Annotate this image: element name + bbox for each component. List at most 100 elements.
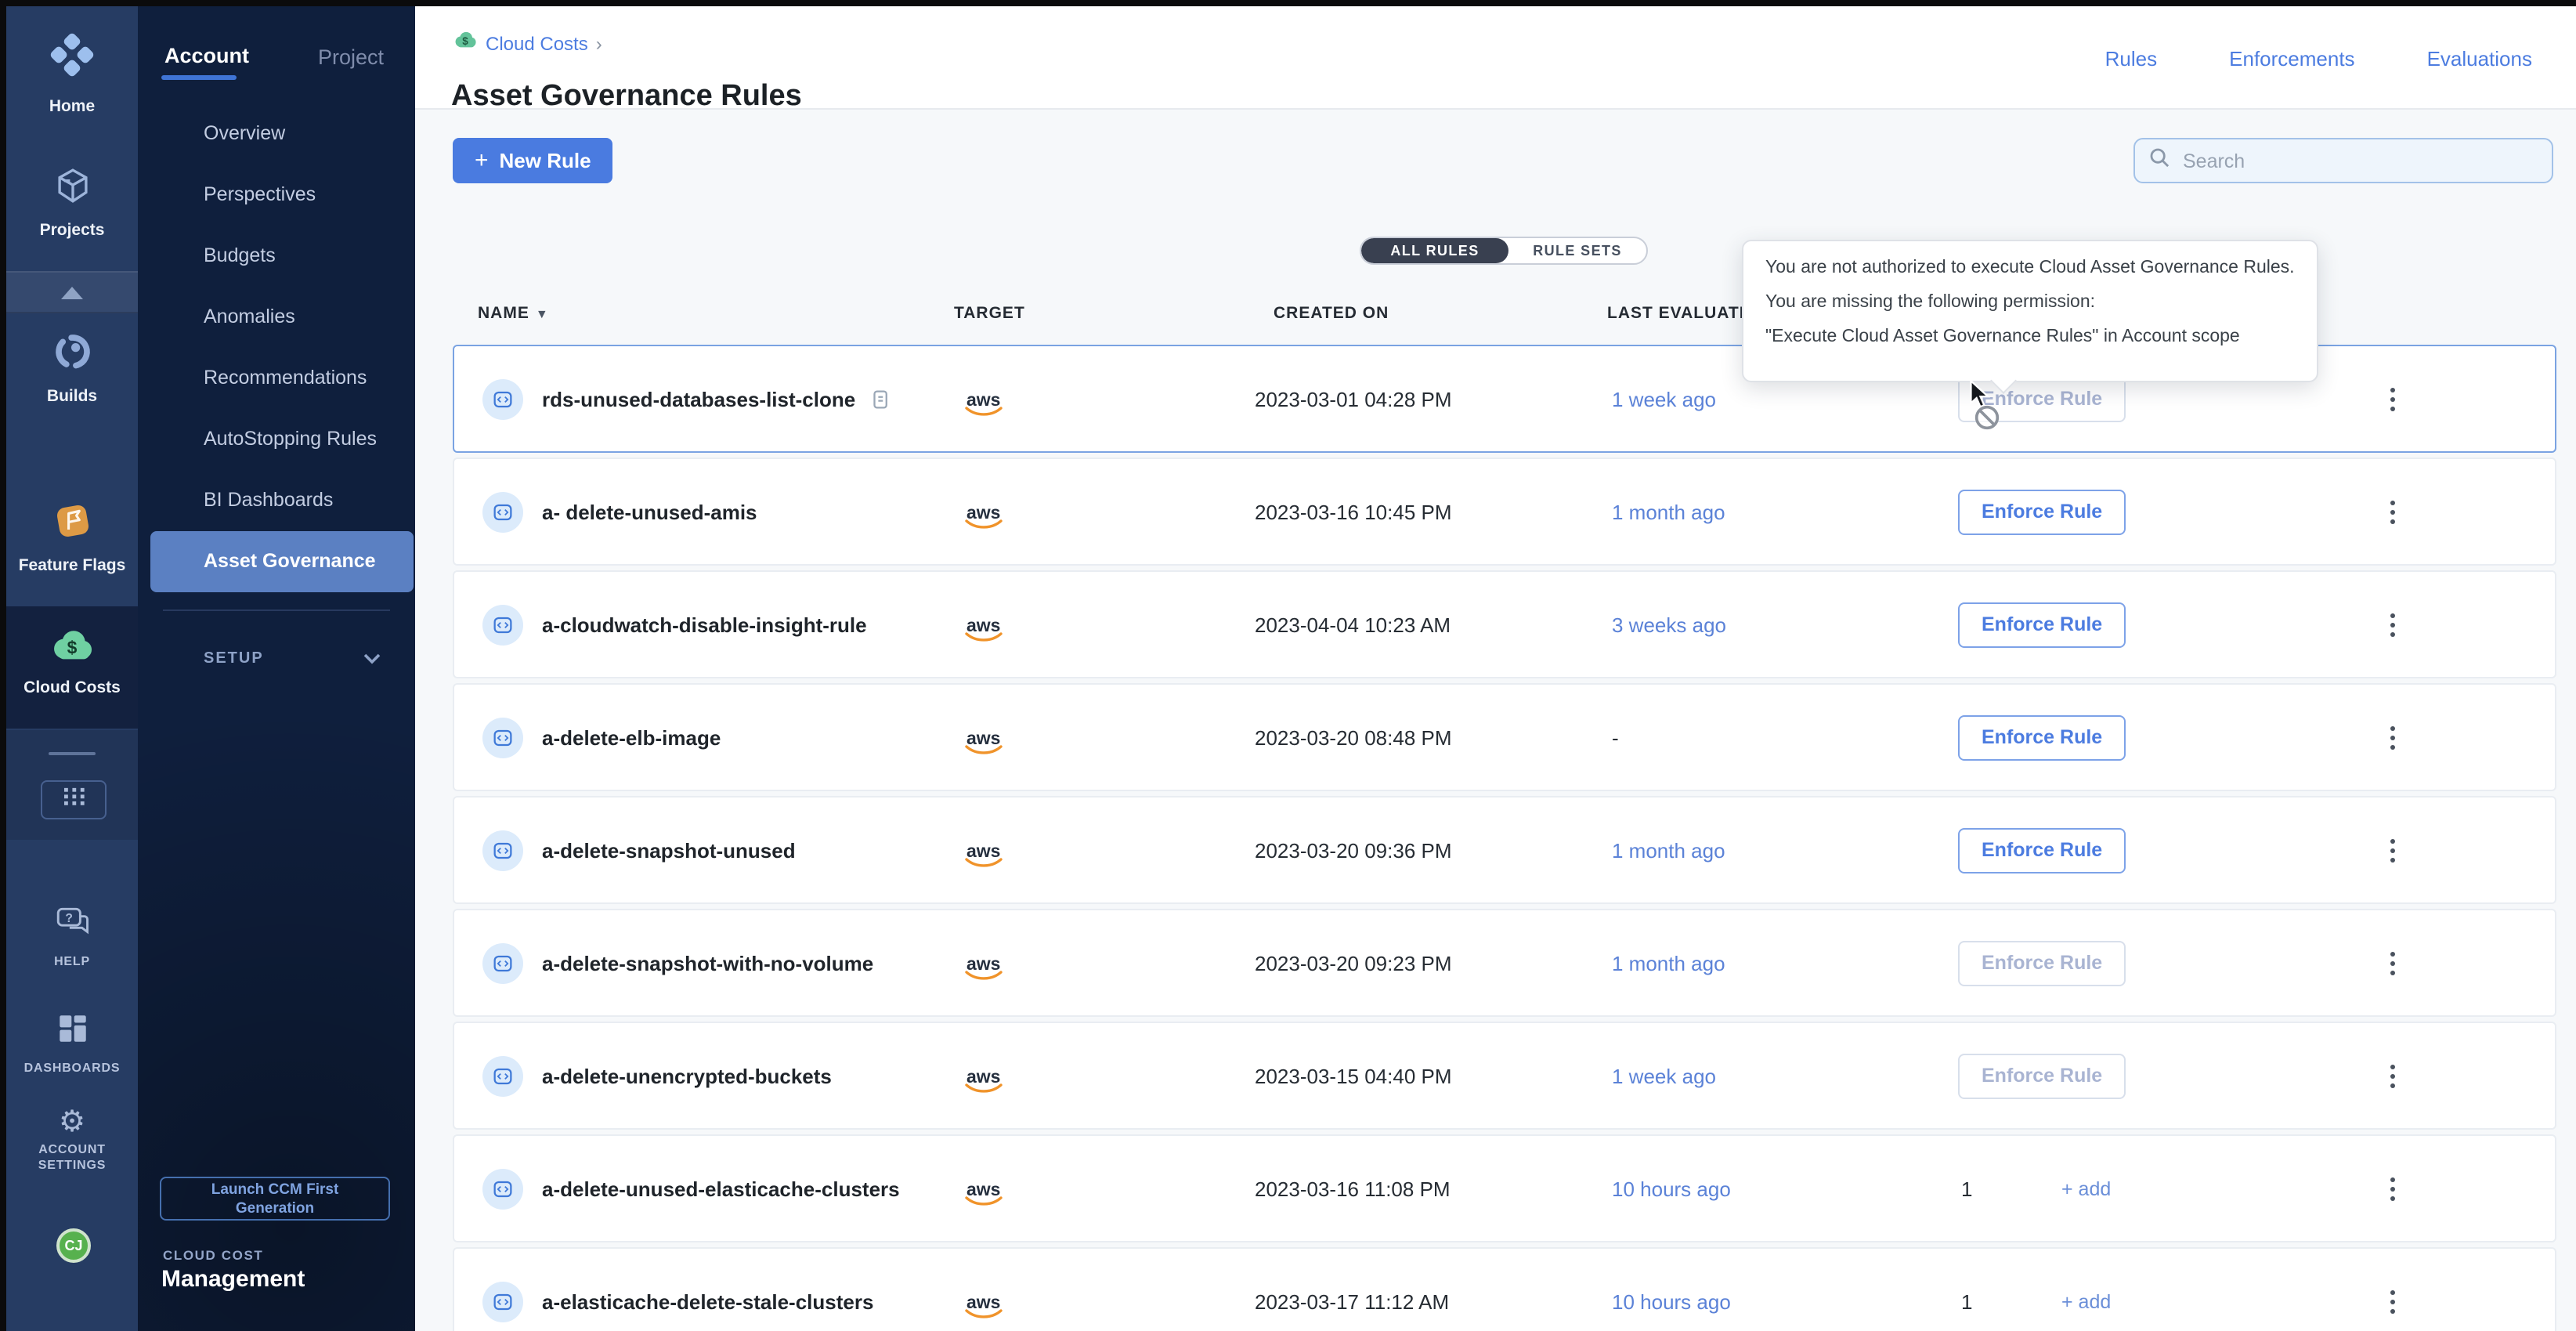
- search-input[interactable]: [2180, 148, 2537, 173]
- sort-caret-icon: ▼: [536, 307, 549, 321]
- add-enforcement-link[interactable]: + add: [2061, 1177, 2111, 1199]
- sidebar-item-setup[interactable]: SETUP: [138, 639, 415, 683]
- table-row[interactable]: a-delete-snapshot-with-no-volume aws 202…: [453, 909, 2556, 1017]
- enforcement-count: 1: [1961, 1289, 1972, 1313]
- svg-text:$: $: [462, 35, 468, 47]
- dashboards-icon: [54, 1026, 90, 1053]
- rail-item-projects[interactable]: Projects: [6, 165, 138, 240]
- kebab-menu[interactable]: [2384, 1058, 2401, 1094]
- chevron-up-icon: [61, 287, 83, 299]
- module-eyebrow: CLOUD COST: [163, 1247, 263, 1263]
- breadcrumb[interactable]: $ Cloud Costs ›: [453, 30, 602, 58]
- last-evaluation-link[interactable]: 3 weeks ago: [1612, 613, 1726, 636]
- last-evaluation-link[interactable]: 1 month ago: [1612, 838, 1725, 862]
- kebab-menu[interactable]: [2384, 606, 2401, 642]
- table-row[interactable]: a-delete-unencrypted-buckets aws 2023-03…: [453, 1022, 2556, 1130]
- rail-item-feature-flags[interactable]: Feature Flags: [6, 500, 138, 575]
- nav-link-evaluations[interactable]: Evaluations: [2427, 46, 2532, 70]
- kebab-menu[interactable]: [2384, 832, 2401, 868]
- tab-project[interactable]: Project: [318, 45, 384, 69]
- table-row[interactable]: a- delete-unused-amis aws 2023-03-16 10:…: [453, 458, 2556, 566]
- main-content: $ Cloud Costs › Asset Governance Rules R…: [415, 6, 2576, 1331]
- rail-item-home[interactable]: Home: [6, 27, 138, 116]
- enforce-rule-button[interactable]: Enforce Rule: [1958, 602, 2126, 647]
- table-row[interactable]: a-delete-elb-image aws 2023-03-20 08:48 …: [453, 683, 2556, 791]
- rule-icon: [482, 1055, 523, 1096]
- tooltip-line: You are missing the following permission…: [1765, 293, 2295, 313]
- enforce-rule-button[interactable]: Enforce Rule: [1958, 1053, 2126, 1098]
- rail-label: Cloud Costs: [6, 678, 138, 697]
- table-row[interactable]: a-elasticache-delete-stale-clusters aws …: [453, 1247, 2556, 1331]
- sidebar-item-bi-dashboards[interactable]: BI Dashboards: [138, 470, 415, 531]
- rail-item-dashboards[interactable]: DASHBOARDS: [6, 1011, 138, 1077]
- toggle-rule-sets[interactable]: RULE SETS: [1508, 238, 1646, 263]
- new-rule-button[interactable]: + New Rule: [453, 138, 613, 183]
- aws-target-logo: aws: [966, 949, 1001, 977]
- enforce-rule-button[interactable]: Enforce Rule: [1958, 489, 2126, 534]
- kebab-menu[interactable]: [2384, 1283, 2401, 1319]
- sidebar-item-anomalies[interactable]: Anomalies: [138, 287, 415, 348]
- rail-collapse-band[interactable]: [6, 271, 138, 313]
- launch-ccm-first-gen-button[interactable]: Launch CCM First Generation: [160, 1177, 390, 1221]
- sidebar-item-asset-governance[interactable]: Asset Governance: [150, 531, 414, 592]
- toggle-all-rules[interactable]: ALL RULES: [1361, 238, 1508, 263]
- page-header: $ Cloud Costs › Asset Governance Rules R…: [415, 6, 2576, 110]
- add-enforcement-link[interactable]: + add: [2061, 1290, 2111, 1312]
- last-evaluation-link[interactable]: 1 month ago: [1612, 500, 1725, 523]
- rail-item-cloud-costs[interactable]: $ Cloud Costs: [6, 627, 138, 697]
- column-header-created-on[interactable]: CREATED ON: [1274, 304, 1389, 323]
- rule-icon: [482, 830, 523, 870]
- header-nav: Rules Enforcements Evaluations: [2105, 6, 2532, 110]
- user-avatar[interactable]: CJ: [56, 1228, 91, 1263]
- rail-item-help[interactable]: ? HELP: [6, 904, 138, 971]
- sidebar-item-recommendations[interactable]: Recommendations: [138, 348, 415, 409]
- rail-item-account-settings[interactable]: ⚙ ACCOUNT SETTINGS: [6, 1108, 138, 1175]
- nav-link-enforcements[interactable]: Enforcements: [2229, 46, 2354, 70]
- aws-target-logo: aws: [966, 497, 1001, 526]
- rule-icon: [482, 491, 523, 532]
- enforce-rule-button[interactable]: Enforce Rule: [1958, 940, 2126, 986]
- column-header-target[interactable]: TARGET: [954, 304, 1025, 323]
- module-name: Management: [161, 1266, 305, 1293]
- last-evaluation-link[interactable]: 10 hours ago: [1612, 1289, 1731, 1313]
- enforce-rule-button[interactable]: Enforce Rule: [1958, 827, 2126, 873]
- window-top-edge: [0, 0, 2576, 6]
- cloud-dollar-icon: $: [49, 644, 96, 671]
- rail-label: ACCOUNT SETTINGS: [22, 1142, 122, 1175]
- kebab-menu[interactable]: [2384, 494, 2401, 530]
- app-window: Home Projects Builds F: [0, 0, 2576, 1331]
- tooltip-line: "Execute Cloud Asset Governance Rules" i…: [1765, 328, 2295, 349]
- cloud-dollar-icon: $: [453, 30, 478, 58]
- last-evaluation-link[interactable]: 10 hours ago: [1612, 1177, 1731, 1200]
- aws-target-logo: aws: [966, 723, 1001, 751]
- copy-icon[interactable]: [869, 387, 890, 411]
- sidebar-item-autostopping-rules[interactable]: AutoStopping Rules: [138, 409, 415, 470]
- tab-account[interactable]: Account: [164, 44, 249, 67]
- kebab-menu[interactable]: [2384, 381, 2401, 417]
- sidebar-item-budgets[interactable]: Budgets: [138, 226, 415, 287]
- breadcrumb-link[interactable]: Cloud Costs: [486, 33, 588, 55]
- kebab-menu[interactable]: [2384, 945, 2401, 981]
- enforce-rule-button[interactable]: Enforce Rule: [1958, 376, 2126, 421]
- table-row[interactable]: a-delete-unused-elasticache-clusters aws…: [453, 1134, 2556, 1242]
- sidebar-item-overview[interactable]: Overview: [138, 103, 415, 165]
- enforce-rule-button[interactable]: Enforce Rule: [1958, 714, 2126, 760]
- rule-name: a-delete-snapshot-with-no-volume: [542, 951, 873, 975]
- sidebar-item-perspectives[interactable]: Perspectives: [138, 165, 415, 226]
- rule-name: a-delete-snapshot-unused: [542, 838, 796, 862]
- module-rail: Home Projects Builds F: [6, 6, 138, 1331]
- nav-link-rules[interactable]: Rules: [2105, 46, 2158, 70]
- module-picker-button[interactable]: [41, 780, 107, 819]
- table-row[interactable]: a-cloudwatch-disable-insight-rule aws 20…: [453, 570, 2556, 678]
- aws-target-logo: aws: [966, 1062, 1001, 1090]
- kebab-menu[interactable]: [2384, 1170, 2401, 1206]
- last-evaluation-link[interactable]: 1 month ago: [1612, 951, 1725, 975]
- column-header-name[interactable]: NAME▼: [478, 304, 549, 323]
- kebab-menu[interactable]: [2384, 719, 2401, 755]
- table-row[interactable]: a-delete-snapshot-unused aws 2023-03-20 …: [453, 796, 2556, 904]
- last-evaluation-link[interactable]: 1 week ago: [1612, 387, 1716, 411]
- rail-item-builds[interactable]: Builds: [6, 331, 138, 406]
- last-evaluation-link[interactable]: 1 week ago: [1612, 1064, 1716, 1087]
- aws-target-logo: aws: [966, 1174, 1001, 1203]
- rail-divider-handle[interactable]: [49, 752, 96, 755]
